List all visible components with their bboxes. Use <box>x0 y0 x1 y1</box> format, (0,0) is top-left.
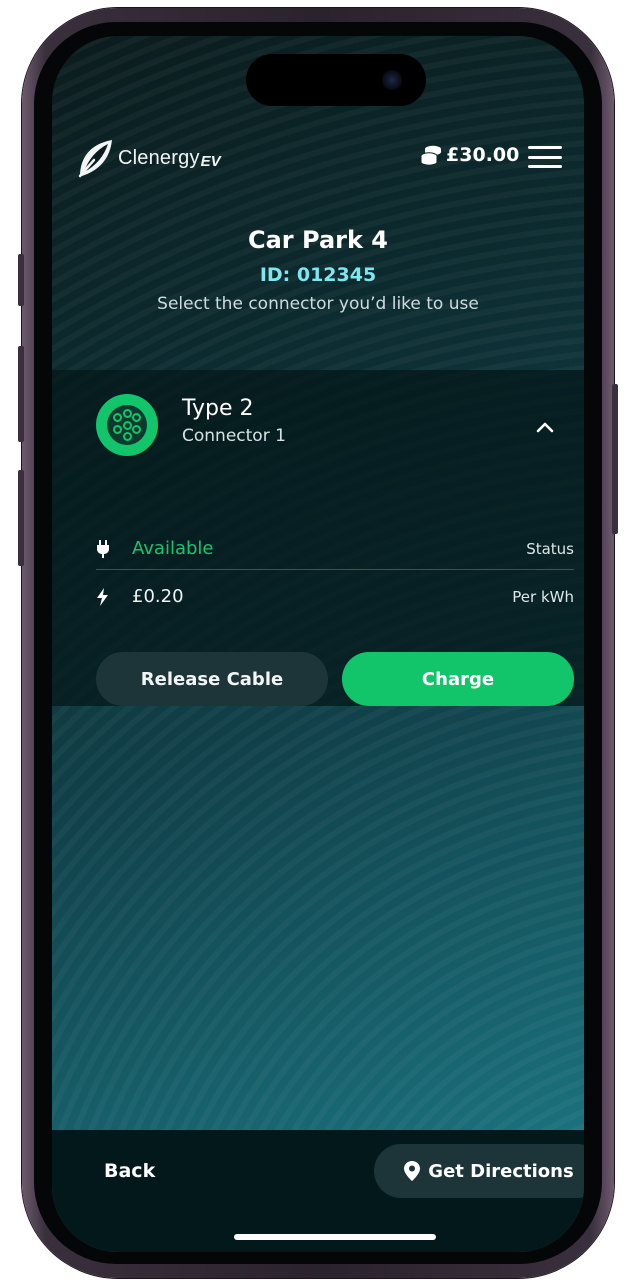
type2-connector-icon <box>96 394 158 456</box>
chevron-up-icon[interactable] <box>530 412 560 442</box>
status-value: Available <box>132 538 214 559</box>
status-row: Available Status <box>96 530 574 570</box>
power-button <box>612 384 618 534</box>
silent-switch <box>18 254 24 306</box>
balance-amount: £30.00 <box>446 144 520 166</box>
instruction-text: Select the connector you’d like to use <box>157 294 479 314</box>
brand-suffix: EV <box>200 152 221 170</box>
price-row: £0.20 Per kWh <box>96 578 574 618</box>
page-title: Car Park 4 <box>248 226 388 254</box>
release-cable-button[interactable]: Release Cable <box>96 652 328 706</box>
back-button[interactable]: Back <box>104 1160 155 1182</box>
home-indicator[interactable] <box>234 1234 436 1240</box>
hamburger-menu-icon[interactable] <box>528 144 562 170</box>
brand-logo[interactable]: Clenergy EV <box>74 136 221 180</box>
price-label: Per kWh <box>512 588 574 606</box>
brand-name: Clenergy <box>118 146 200 169</box>
connector-header[interactable]: Type 2 Connector 1 <box>96 392 584 462</box>
site-info: Car Park 4 ID: 012345 Select the connect… <box>52 226 584 314</box>
site-id: ID: 012345 <box>259 264 377 286</box>
lightning-bolt-icon <box>97 588 108 606</box>
connector-type: Type 2 <box>182 396 254 421</box>
connector-card: Type 2 Connector 1 Available Status £0.2… <box>52 370 584 706</box>
get-directions-label: Get Directions <box>428 1160 574 1182</box>
price-value: £0.20 <box>132 586 184 607</box>
dynamic-island <box>246 54 426 106</box>
volume-up-button <box>18 346 24 442</box>
coins-icon <box>420 145 441 166</box>
leaf-logo-icon <box>78 140 112 178</box>
connector-name: Connector 1 <box>182 426 286 446</box>
app-header: Clenergy EV £30.00 <box>52 132 584 188</box>
volume-down-button <box>18 470 24 566</box>
charge-button[interactable]: Charge <box>342 652 574 706</box>
map-pin-icon <box>404 1161 421 1181</box>
get-directions-button[interactable]: Get Directions <box>374 1144 584 1198</box>
wallet-balance[interactable]: £30.00 <box>420 144 519 166</box>
plug-icon <box>97 540 109 558</box>
app-screen: Clenergy EV £30.00 Car Park 4 ID: 012345… <box>52 36 584 1252</box>
front-camera <box>382 70 402 90</box>
status-label: Status <box>526 540 574 558</box>
